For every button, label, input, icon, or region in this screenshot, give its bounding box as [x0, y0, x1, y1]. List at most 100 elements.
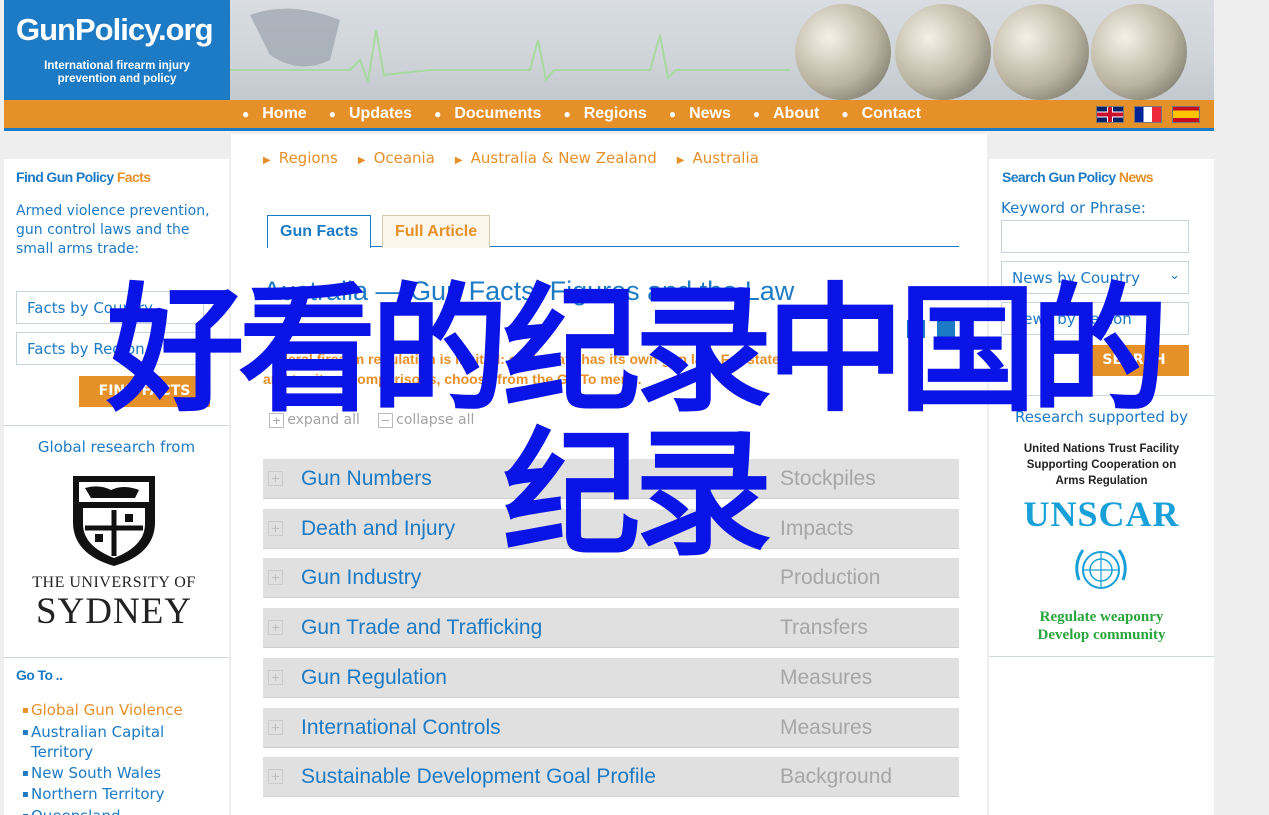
news-by-country-label: News by Country [1012, 269, 1141, 287]
row-category: Background [780, 765, 893, 788]
breadcrumb-item[interactable]: ▶ Australia & New Zealand [455, 149, 657, 167]
language-flags [1096, 106, 1200, 123]
breadcrumb-item[interactable]: ▶ Australia [677, 149, 759, 167]
globe-image-4 [1091, 4, 1187, 100]
uk-flag-icon[interactable] [1096, 106, 1124, 123]
row-label: International Controls [301, 716, 501, 739]
find-facts-title-main: Find Gun Policy [16, 169, 117, 185]
collapse-all-link[interactable]: − collapse all [377, 412, 475, 428]
accordion-row-international-controls[interactable]: + International Controls Measures [263, 708, 959, 748]
nav-about[interactable]: ● About [753, 105, 819, 123]
search-button[interactable]: SEARCH [1079, 345, 1189, 376]
nav-bullet: ● [752, 107, 761, 121]
accordion-row-gun-numbers[interactable]: + Gun Numbers Stockpiles [263, 459, 959, 499]
nav-news-label: News [689, 105, 731, 122]
row-category: Production [780, 566, 881, 589]
breadcrumb-item[interactable]: ▶ Oceania [358, 149, 435, 167]
main-nav: ● Home ● Updates ● Documents ● Regions ● News… [4, 100, 1214, 131]
ecg-line-graphic [230, 8, 790, 83]
find-facts-title-accent: Facts [116, 169, 151, 185]
goto-item[interactable]: ▪ Northern Territory [22, 784, 191, 806]
accordion-row-death-injury[interactable]: + Death and Injury Impacts [263, 509, 959, 549]
tab-full-article[interactable]: Full Article [382, 215, 491, 248]
sydney-logo-line2: SYDNEY [35, 591, 193, 632]
site-logo[interactable]: GunPolicy.org International firearm inju… [4, 0, 230, 100]
logo-subtitle: International firearm injury prevention … [4, 60, 230, 86]
site-header: GunPolicy.org International firearm inju… [4, 0, 1214, 100]
row-label: Death and Injury [301, 517, 456, 540]
plus-icon: + [268, 670, 284, 685]
university-of-sydney-logo[interactable]: THE UNIVERSITY OF SYDNEY [21, 462, 207, 642]
search-news-title-accent: News [1118, 169, 1154, 185]
un-text-line2: Supporting Cooperation on [1026, 459, 1177, 471]
nav-home[interactable]: ● Home [242, 105, 307, 123]
news-by-country-select[interactable]: News by Country ⌄ [1001, 261, 1189, 294]
expand-all-link[interactable]: + expand all [269, 412, 360, 428]
research-supported-label: Research supported by [1014, 408, 1189, 426]
row-category: Impacts [780, 517, 854, 540]
nav-news[interactable]: ● News [669, 105, 731, 123]
right-divider-2 [989, 656, 1214, 657]
goto-item[interactable]: ▪ Global Gun Violence [22, 700, 191, 722]
goto-bullet: ▪ [22, 789, 29, 800]
nav-contact[interactable]: ● Contact [841, 105, 921, 123]
email-icon[interactable] [937, 320, 955, 338]
globe-image-2 [895, 4, 991, 100]
logo-subtitle-line1: International firearm injury [44, 60, 190, 72]
print-icon[interactable] [907, 320, 925, 338]
accordion-row-gun-regulation[interactable]: + Gun Regulation Measures [263, 658, 959, 698]
row-label: Gun Numbers [301, 467, 432, 490]
un-slogan: Regulate weaponry Develop community [989, 608, 1214, 644]
sydney-crest-icon [73, 476, 155, 566]
breadcrumb-item[interactable]: ▶ Regions [263, 149, 338, 167]
globe-image-1 [795, 4, 891, 100]
find-facts-button[interactable]: FIND FACTS [79, 376, 210, 407]
right-divider-1 [989, 395, 1214, 396]
accordion-row-sdg-profile[interactable]: + Sustainable Development Goal Profile Bac… [263, 757, 959, 797]
un-slogan-line2: Develop community [1037, 627, 1166, 643]
goto-title: Go To .. [16, 667, 63, 683]
keyword-input[interactable] [1001, 220, 1189, 253]
un-text-line3: Arms Regulation [1055, 475, 1148, 487]
keyword-label: Keyword or Phrase: [1001, 199, 1146, 217]
tab-gun-facts[interactable]: Gun Facts [267, 215, 372, 248]
goto-item[interactable]: ▪ New South Wales [22, 763, 191, 785]
nav-documents-label: Documents [454, 105, 542, 122]
goto-item-label: Queensland [31, 806, 120, 815]
left-divider-1 [4, 425, 229, 426]
nav-regions-label: Regions [583, 105, 647, 122]
france-flag-icon[interactable] [1134, 106, 1162, 123]
goto-item[interactable]: ▪ Australian Capital Territory [22, 722, 191, 763]
page: GunPolicy.org International firearm inju… [0, 0, 1269, 815]
goto-bullet: ▪ [22, 705, 29, 716]
facts-by-country-select[interactable]: Facts by Country [16, 291, 204, 324]
spain-flag-icon[interactable] [1172, 106, 1200, 123]
nav-regions[interactable]: ● Regions [563, 105, 646, 123]
nav-updates[interactable]: ● Updates [329, 105, 412, 123]
nav-updates-label: Updates [348, 105, 413, 122]
logo-subtitle-line2: prevention and policy [57, 73, 177, 85]
intro-text: Federal firearm regulation is limited: e… [263, 351, 780, 387]
accordion-row-gun-industry[interactable]: + Gun Industry Production [263, 558, 959, 598]
breadcrumb-label: Regions [278, 149, 338, 167]
global-research-label: Global research from [37, 438, 196, 456]
find-facts-description: Armed violence prevention, gun control l… [16, 203, 210, 257]
goto-bullet: ▪ [22, 806, 31, 815]
left-divider-2 [4, 657, 229, 658]
goto-item-label: Northern Territory [31, 785, 165, 803]
plus-icon: + [268, 521, 284, 536]
accordion-row-gun-trade[interactable]: + Gun Trade and Trafficking Transfers [263, 608, 959, 648]
row-label: Gun Regulation [301, 666, 447, 689]
content-tabs: Gun Facts Full Article [267, 215, 959, 248]
collapse-all-label: collapse all [396, 412, 475, 428]
goto-item[interactable]: ▪Queensland [22, 806, 191, 815]
nav-documents[interactable]: ● Documents [434, 105, 541, 123]
nav-bullet: ● [563, 107, 571, 121]
globe-image-3 [993, 4, 1089, 100]
search-news-title-main: Search Gun Policy [1002, 169, 1119, 185]
row-category: Measures [780, 716, 873, 739]
unscar-logo-text[interactable]: UNSCAR [989, 493, 1214, 535]
news-by-region-select[interactable]: News by Region [1001, 302, 1189, 335]
facts-by-region-select[interactable]: Facts by Region [16, 332, 204, 365]
goto-item-label: Global Gun Violence [31, 701, 183, 719]
